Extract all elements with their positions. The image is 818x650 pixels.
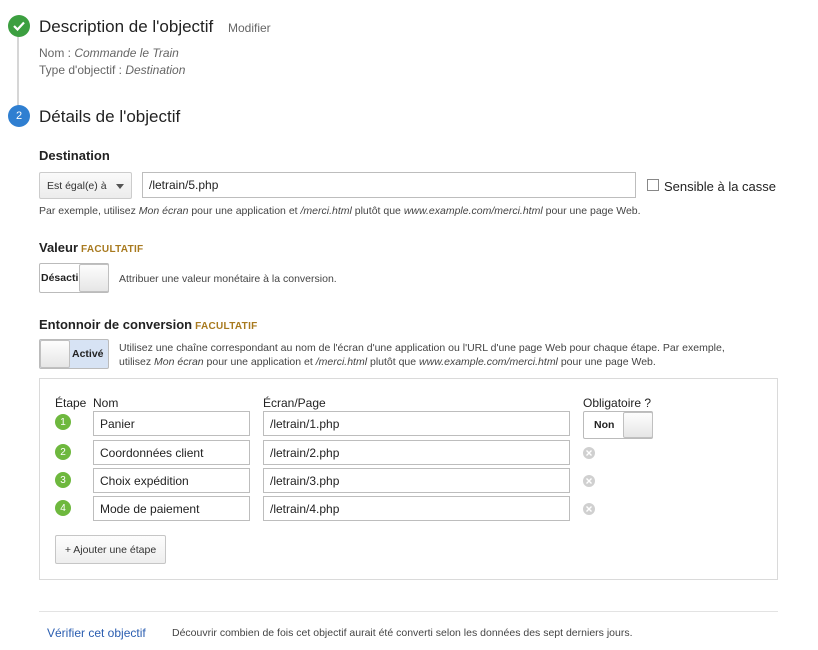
hint-example: /merci.html [315, 356, 368, 368]
hint-text: plutôt que [351, 205, 404, 217]
step-connector-line [17, 34, 19, 108]
goal-name-label: Nom : [39, 46, 75, 60]
funnel-optional-tag: FACULTATIF [195, 321, 258, 332]
remove-step-icon[interactable] [583, 475, 595, 487]
value-toggle[interactable]: Désacti [39, 263, 109, 293]
remove-step-icon[interactable] [583, 503, 595, 515]
destination-input[interactable]: /letrain/5.php [142, 172, 636, 198]
divider [39, 611, 778, 612]
match-type-select[interactable]: Est égal(e) à [39, 172, 132, 199]
add-step-button[interactable]: + Ajouter une étape [55, 535, 166, 564]
step-name-input[interactable]: Coordonnées client [93, 440, 250, 465]
hint-example: www.example.com/merci.html [403, 205, 543, 217]
step-page-value: /letrain/1.php [270, 416, 340, 431]
funnel-toggle-label: Activé [72, 348, 104, 360]
value-label: Valeur [39, 240, 79, 255]
step-name-value: Choix expédition [100, 473, 189, 488]
verify-goal-link[interactable]: Vérifier cet objectif [47, 626, 146, 640]
funnel-desc-line2: utilisez Mon écran pour une application … [119, 355, 759, 369]
verify-goal-description: Découvrir combien de fois cet objectif a… [172, 627, 633, 639]
hint-example: Mon écran [154, 356, 204, 368]
goal-name-value: Commande le Train [74, 46, 179, 60]
step-number-badge: 3 [55, 472, 71, 488]
modify-link[interactable]: Modifier [228, 21, 271, 35]
step-number-badge: 2 [55, 444, 71, 460]
column-header-name: Nom [93, 396, 119, 410]
step-page-input[interactable]: /letrain/4.php [263, 496, 570, 521]
column-header-required: Obligatoire ? [583, 396, 652, 410]
funnel-label: Entonnoir de conversion [39, 317, 193, 332]
step-name-input[interactable]: Mode de paiement [93, 496, 250, 521]
step-page-input[interactable]: /letrain/1.php [263, 411, 570, 436]
check-icon [8, 15, 30, 37]
hint-text: pour une application et [203, 356, 316, 368]
destination-hint: Par exemple, utilisez Mon écran pour une… [39, 204, 641, 218]
value-optional-tag: FACULTATIF [81, 244, 144, 255]
chevron-down-icon [116, 184, 124, 189]
value-section-label: Valeur FACULTATIF [39, 240, 143, 255]
step-number-badge: 4 [55, 500, 71, 516]
step-name-value: Mode de paiement [100, 501, 200, 516]
case-sensitive-label: Sensible à la casse [664, 179, 777, 194]
goal-type-value: Destination [125, 63, 186, 77]
required-toggle-label: Non [594, 419, 615, 431]
column-header-step: Étape [55, 396, 87, 410]
match-type-value: Est égal(e) à [47, 179, 107, 192]
value-toggle-label: Désacti [41, 272, 79, 284]
step-page-value: /letrain/3.php [270, 473, 340, 488]
destination-label: Destination [39, 148, 110, 163]
case-sensitive-checkbox[interactable] [647, 179, 659, 191]
toggle-knob [623, 412, 653, 438]
step-page-input[interactable]: /letrain/2.php [263, 440, 570, 465]
step-page-value: /letrain/2.php [270, 445, 340, 460]
step1-title: Description de l'objectif [39, 17, 214, 36]
hint-text: Par exemple, utilisez [39, 205, 139, 217]
funnel-section-label: Entonnoir de conversion FACULTATIF [39, 317, 258, 332]
step-page-value: /letrain/4.php [270, 501, 340, 516]
step-name-input[interactable]: Panier [93, 411, 250, 436]
destination-value: /letrain/5.php [149, 178, 219, 192]
hint-text: plutôt que [367, 356, 420, 368]
required-toggle[interactable]: Non [583, 411, 653, 439]
column-header-screen: Écran/Page [263, 396, 326, 410]
goal-type-line: Type d'objectif : Destination [39, 62, 185, 78]
goal-name-line: Nom : Commande le Train [39, 45, 179, 61]
toggle-knob [40, 340, 70, 368]
hint-text: pour une page Web. [542, 205, 641, 217]
funnel-toggle[interactable]: Activé [39, 339, 109, 369]
hint-text: pour une application et [188, 205, 301, 217]
step-name-value: Coordonnées client [100, 445, 204, 460]
hint-example: www.example.com/merci.html [419, 356, 558, 368]
step-name-value: Panier [100, 416, 135, 431]
step-number-badge: 2 [8, 105, 30, 127]
hint-text: pour une page Web. [557, 356, 656, 368]
goal-type-label: Type d'objectif : [39, 63, 126, 77]
remove-step-icon[interactable] [583, 447, 595, 459]
hint-example: /merci.html [300, 205, 352, 217]
step-page-input[interactable]: /letrain/3.php [263, 468, 570, 493]
step-number-badge: 1 [55, 414, 71, 430]
funnel-description: Utilisez une chaîne correspondant au nom… [119, 341, 759, 369]
step2-title: Détails de l'objectif [39, 107, 181, 126]
funnel-desc-line1: Utilisez une chaîne correspondant au nom… [119, 342, 725, 354]
value-description: Attribuer une valeur monétaire à la conv… [119, 273, 337, 285]
step-name-input[interactable]: Choix expédition [93, 468, 250, 493]
hint-text: utilisez [119, 356, 155, 368]
hint-example: Mon écran [138, 205, 189, 217]
toggle-knob [79, 264, 109, 292]
